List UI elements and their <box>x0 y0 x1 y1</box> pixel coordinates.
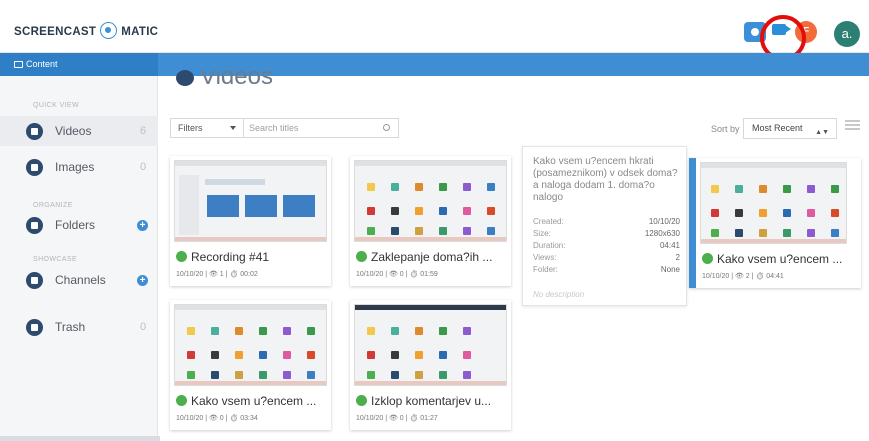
check-icon <box>356 395 367 406</box>
detail-description: No description <box>533 290 585 299</box>
sidebar-item-videos[interactable]: Videos 6 <box>0 116 158 146</box>
detail-value: 04:41 <box>659 241 680 250</box>
detail-row-folder: Folder: None <box>533 265 680 274</box>
sidebar-item-count: 6 <box>140 125 147 137</box>
video-title[interactable]: Kako vsem u?encem ... <box>176 394 316 408</box>
video-thumbnail[interactable] <box>174 304 327 386</box>
detail-title: Kako vsem u?encem hkrati (posameznikom) … <box>533 156 678 203</box>
sidebar-item-channels[interactable]: Channels + <box>0 265 158 295</box>
video-card-selected[interactable]: Kako vsem u?encem ... 10/10/20 | 👁 2 | ⏱… <box>689 158 861 288</box>
detail-label: Size: <box>533 229 551 238</box>
logo-record-icon <box>100 22 118 39</box>
detail-label: Folder: <box>533 265 558 274</box>
sidebar-item-label: Channels <box>55 273 106 287</box>
chevron-down-icon <box>230 126 236 130</box>
detail-row-size: Size: 1280x630 <box>533 229 680 238</box>
video-thumbnail[interactable] <box>354 304 507 386</box>
list-view-icon[interactable] <box>845 120 860 134</box>
content-icon <box>14 61 23 68</box>
filters-dropdown[interactable]: Filters <box>170 118 243 138</box>
section-showcase: SHOWCASE <box>33 256 78 263</box>
video-meta: 10/10/20 | 👁 0 | ⏱ 03:34 <box>176 415 258 422</box>
video-title[interactable]: Kako vsem u?encem ... <box>702 252 842 266</box>
detail-label: Duration: <box>533 241 566 250</box>
video-title[interactable]: Zaklepanje doma?ih ... <box>356 250 492 264</box>
add-channel-button[interactable]: + <box>137 274 148 286</box>
check-icon <box>356 251 367 262</box>
detail-row-views: Views: 2 <box>533 253 680 262</box>
app-header: SCREENCAST MATIC F a. <box>0 0 869 61</box>
detail-value: None <box>660 265 680 274</box>
video-title-text: Zaklepanje doma?ih ... <box>371 250 493 264</box>
sidebar-item-label: Images <box>55 160 95 174</box>
video-icon <box>26 122 43 140</box>
search-input[interactable]: Search titles <box>243 118 399 138</box>
detail-row-duration: Duration: 04:41 <box>533 241 680 250</box>
page-title: Videos <box>176 70 273 90</box>
detail-value: 2 <box>675 253 680 262</box>
detail-value: 10/10/20 <box>648 217 680 226</box>
video-card[interactable]: Zaklepanje doma?ih ... 10/10/20 | 👁 0 | … <box>350 156 511 286</box>
video-card[interactable]: Kako vsem u?encem ... 10/10/20 | 👁 0 | ⏱… <box>170 300 331 430</box>
sort-arrows-icon: ▲▼ <box>815 129 829 136</box>
video-card[interactable]: Izklop komentarjev u... 10/10/20 | 👁 0 |… <box>350 300 511 430</box>
video-thumbnail[interactable] <box>700 162 847 244</box>
search-icon <box>383 124 390 131</box>
add-folder-button[interactable]: + <box>137 219 148 231</box>
video-title-text: Kako vsem u?encem ... <box>717 252 843 266</box>
image-icon <box>26 158 43 176</box>
nav-bar: Content <box>0 53 869 76</box>
detail-value: 1280x630 <box>644 229 680 238</box>
video-title-text: Kako vsem u?encem ... <box>191 394 317 408</box>
search-placeholder: Search titles <box>249 123 299 133</box>
sidebar: QUICK VIEW Videos 6 Images 0 ORGANIZE Fo… <box>0 76 158 441</box>
video-meta: 10/10/20 | 👁 1 | ⏱ 00:02 <box>176 271 258 278</box>
video-card[interactable]: Recording #41 10/10/20 | 👁 1 | ⏱ 00:02 <box>170 156 331 286</box>
sidebar-item-label: Videos <box>55 124 92 138</box>
video-title[interactable]: Izklop komentarjev u... <box>356 394 491 408</box>
video-title[interactable]: Recording #41 <box>176 250 269 264</box>
video-icon <box>176 70 194 86</box>
detail-label: Created: <box>533 217 564 226</box>
video-title-text: Recording #41 <box>191 250 270 264</box>
sidebar-item-label: Trash <box>55 320 86 334</box>
logo[interactable]: SCREENCAST MATIC <box>14 22 159 40</box>
sidebar-item-folders[interactable]: Folders + <box>0 210 158 240</box>
section-organize: ORGANIZE <box>33 202 73 209</box>
filters-label: Filters <box>178 123 203 133</box>
sidebar-item-images[interactable]: Images 0 <box>0 152 158 182</box>
sidebar-item-trash[interactable]: Trash 0 <box>0 312 158 342</box>
page-title-text: Videos <box>200 70 273 90</box>
video-meta: 10/10/20 | 👁 0 | ⏱ 01:59 <box>356 271 438 278</box>
sort-select[interactable]: Most Recent ▲▼ <box>743 118 837 139</box>
video-title-text: Izklop komentarjev u... <box>371 394 492 408</box>
video-detail-panel: Kako vsem u?encem hkrati (posameznikom) … <box>522 146 687 306</box>
folder-icon <box>26 216 43 234</box>
sidebar-item-count: 0 <box>140 161 147 173</box>
tab-content-label: Content <box>26 59 58 69</box>
video-thumbnail[interactable] <box>354 160 507 242</box>
sort-value: Most Recent <box>752 123 803 133</box>
video-thumbnail[interactable] <box>174 160 327 242</box>
sidebar-item-label: Folders <box>55 218 96 232</box>
tab-content[interactable]: Content <box>0 53 158 76</box>
logo-text-right: MATIC <box>121 25 159 38</box>
logo-text-left: SCREENCAST <box>14 25 97 38</box>
check-icon <box>176 251 187 262</box>
detail-label: Views: <box>533 253 557 262</box>
video-meta: 10/10/20 | 👁 2 | ⏱ 04:41 <box>702 273 784 280</box>
sort-label: Sort by <box>711 124 740 134</box>
check-icon <box>176 395 187 406</box>
channel-icon <box>26 271 43 289</box>
section-quick-view: QUICK VIEW <box>33 102 80 109</box>
avatar[interactable]: a. <box>834 21 860 47</box>
sidebar-item-count: 0 <box>140 321 147 333</box>
video-meta: 10/10/20 | 👁 0 | ⏱ 01:27 <box>356 415 438 422</box>
trash-icon <box>26 318 43 336</box>
check-icon <box>702 253 713 264</box>
detail-row-created: Created: 10/10/20 <box>533 217 680 226</box>
status-bar <box>0 436 160 441</box>
